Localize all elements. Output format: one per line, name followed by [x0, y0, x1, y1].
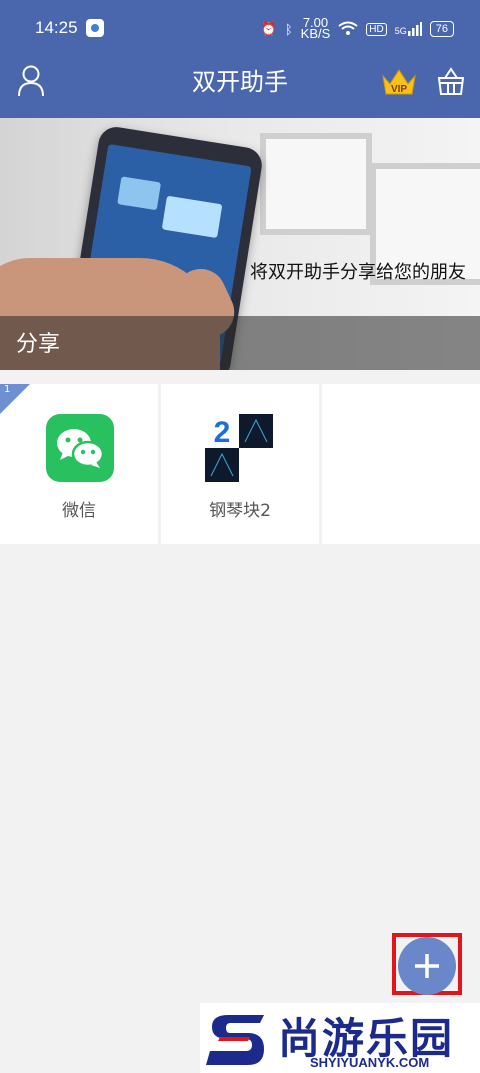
screen: 14:25 ⏰ ᛒ 7.00 KB/S HD 5G 76 双开助手 VIP 将双… [0, 0, 480, 1073]
plus-icon [415, 954, 439, 978]
status-time: 14:25 [35, 18, 78, 37]
app-notification-icon [86, 19, 104, 37]
vip-crown-icon[interactable]: VIP [381, 66, 417, 96]
network-speed-unit: KB/S [300, 26, 331, 41]
header: 14:25 ⏰ ᛒ 7.00 KB/S HD 5G 76 双开助手 VIP [0, 0, 480, 118]
app-item-empty [322, 384, 480, 544]
alarm-icon: ⏰ [260, 21, 277, 36]
watermark-s-icon [206, 1015, 264, 1065]
svg-text:2: 2 [214, 416, 231, 449]
status-icons: ⏰ ᛒ 7.00 KB/S HD 5G 76 [260, 16, 454, 41]
hd-icon: HD [366, 22, 387, 36]
watermark-text-en: SHYIYUANYK.COM [310, 1055, 430, 1070]
wechat-icon [46, 414, 114, 482]
network-type: 5G [394, 26, 407, 36]
share-banner[interactable]: 将双开助手分享给您的朋友 分享 [0, 118, 480, 370]
background-monitor-left [260, 133, 372, 235]
status-bar: 14:25 ⏰ ᛒ 7.00 KB/S HD 5G 76 [0, 0, 480, 58]
shop-basket-icon[interactable] [436, 66, 466, 96]
vip-label: VIP [391, 84, 407, 95]
wifi-icon [338, 21, 358, 38]
battery-indicator: 76 [429, 21, 454, 37]
clone-count: 1 [4, 384, 11, 395]
app-item-wechat[interactable]: 1 微信 [0, 384, 158, 544]
network-speed: 7.00 KB/S [300, 16, 331, 41]
app-name-wechat: 微信 [62, 501, 96, 521]
piano-tiles-2-icon: 2 [205, 414, 273, 482]
bluetooth-icon: ᛒ [284, 21, 293, 37]
share-label: 分享 [16, 332, 61, 357]
signal-icon: 5G [395, 22, 422, 36]
watermark-logo: 尚游乐园 SHYIYUANYK.COM [200, 1003, 480, 1073]
app-name-piano-tiles-2: 钢琴块2 [209, 501, 271, 521]
add-app-button[interactable] [398, 937, 456, 995]
banner-caption: 将双开助手分享给您的朋友 [250, 262, 466, 283]
